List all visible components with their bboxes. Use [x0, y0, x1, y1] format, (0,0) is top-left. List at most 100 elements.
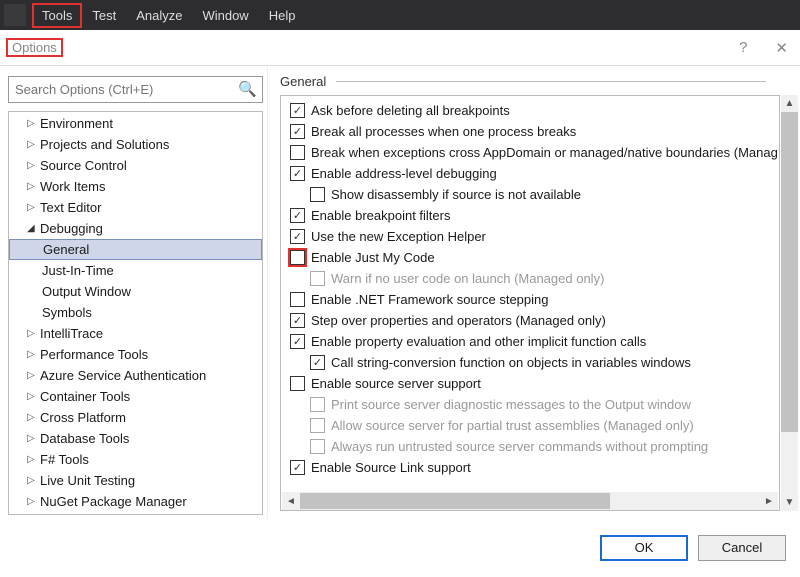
checkbox[interactable]: ✓ — [310, 355, 325, 370]
checkbox[interactable] — [290, 145, 305, 160]
tree-item-label: Database Tools — [39, 431, 129, 446]
options-panel: ✓Ask before deleting all breakpoints✓Bre… — [280, 95, 780, 511]
tree-item-output-window[interactable]: Output Window — [9, 281, 262, 302]
tree-item-work-items[interactable]: ▷Work Items — [9, 176, 262, 197]
chevron-right-icon[interactable]: ▷ — [27, 181, 39, 192]
horizontal-scrollbar[interactable]: ◄ ► — [282, 492, 778, 510]
option-label: Step over properties and operators (Mana… — [311, 313, 606, 328]
chevron-right-icon[interactable]: ▷ — [27, 139, 39, 150]
section-rule — [336, 81, 766, 82]
chevron-right-icon[interactable]: ▷ — [27, 496, 39, 507]
checkbox[interactable]: ✓ — [290, 460, 305, 475]
option-label: Break all processes when one process bre… — [311, 124, 576, 139]
tree-item-label: Just-In-Time — [41, 263, 114, 278]
option-label: Enable .NET Framework source stepping — [311, 292, 548, 307]
chevron-right-icon[interactable]: ▷ — [27, 118, 39, 129]
tree-item-text-editor[interactable]: ▷Text Editor — [9, 197, 262, 218]
scroll-right-icon[interactable]: ► — [760, 496, 778, 507]
checkbox[interactable] — [290, 376, 305, 391]
option-label: Break when exceptions cross AppDomain or… — [311, 145, 778, 160]
checkbox[interactable]: ✓ — [290, 208, 305, 223]
chevron-right-icon[interactable]: ▷ — [27, 454, 39, 465]
checkbox[interactable]: ✓ — [290, 166, 305, 181]
checkbox[interactable] — [310, 187, 325, 202]
chevron-right-icon[interactable]: ▷ — [27, 349, 39, 360]
scroll-up-icon[interactable]: ▲ — [781, 95, 798, 112]
option-label: Always run untrusted source server comma… — [331, 439, 708, 454]
tree-item-live-unit-testing[interactable]: ▷Live Unit Testing — [9, 470, 262, 491]
option-row: ✓Ask before deleting all breakpoints — [282, 100, 778, 121]
option-row: ✓ Break all processes when one process br… — [282, 121, 778, 142]
checkbox[interactable] — [290, 292, 305, 307]
tree-item-azure-service-authentication[interactable]: ▷Azure Service Authentication — [9, 365, 262, 386]
search-wrap: 🔍 — [8, 76, 263, 103]
option-row: Always run untrusted source server comma… — [282, 436, 778, 457]
chevron-right-icon[interactable]: ▷ — [27, 475, 39, 486]
checkbox[interactable]: ✓ — [290, 103, 305, 118]
vertical-scrollbar[interactable]: ▲ ▼ — [781, 95, 798, 511]
cancel-button[interactable]: Cancel — [698, 535, 786, 561]
checkbox[interactable]: ✓ — [290, 313, 305, 328]
chevron-right-icon[interactable]: ▷ — [27, 391, 39, 402]
tree-item-label: IntelliTrace — [39, 326, 103, 341]
ok-button[interactable]: OK — [600, 535, 688, 561]
tree-item-performance-tools[interactable]: ▷Performance Tools — [9, 344, 262, 365]
help-icon[interactable]: ? — [739, 39, 747, 56]
chevron-right-icon[interactable]: ▷ — [27, 412, 39, 423]
option-row: Show disassembly if source is not availa… — [282, 184, 778, 205]
tree-item-just-in-time[interactable]: Just-In-Time — [9, 260, 262, 281]
checkbox — [310, 439, 325, 454]
option-row: Enable Just My Code — [282, 247, 778, 268]
menu-item-window[interactable]: Window — [192, 3, 258, 28]
menu-item-test[interactable]: Test — [82, 3, 126, 28]
scrollbar-thumb[interactable] — [300, 493, 610, 509]
chevron-right-icon[interactable]: ▷ — [27, 160, 39, 171]
tree-item-source-control[interactable]: ▷Source Control — [9, 155, 262, 176]
search-input[interactable] — [8, 76, 263, 103]
checkbox[interactable]: ✓ — [290, 124, 305, 139]
tree-item-label: Output Window — [41, 284, 131, 299]
chevron-right-icon[interactable]: ▷ — [27, 328, 39, 339]
chevron-right-icon[interactable]: ▷ — [27, 370, 39, 381]
scroll-left-icon[interactable]: ◄ — [282, 496, 300, 507]
checkbox — [310, 418, 325, 433]
category-tree[interactable]: ▷Environment▷Projects and Solutions▷Sour… — [8, 111, 263, 515]
tree-item-projects-and-solutions[interactable]: ▷Projects and Solutions — [9, 134, 262, 155]
checkbox[interactable]: ✓ — [290, 334, 305, 349]
menu-item-help[interactable]: Help — [259, 3, 306, 28]
chevron-right-icon[interactable]: ▷ — [27, 202, 39, 213]
chevron-right-icon[interactable]: ▷ — [27, 433, 39, 444]
tree-item-label: Text Editor — [39, 200, 101, 215]
option-row: Warn if no user code on launch (Managed … — [282, 268, 778, 289]
checkbox[interactable] — [290, 250, 305, 265]
tree-item-nuget-package-manager[interactable]: ▷NuGet Package Manager — [9, 491, 262, 512]
tree-item-f-tools[interactable]: ▷F# Tools — [9, 449, 262, 470]
tree-item-environment[interactable]: ▷Environment — [9, 113, 262, 134]
chevron-down-icon[interactable]: ◢ — [27, 223, 39, 234]
tree-item-container-tools[interactable]: ▷Container Tools — [9, 386, 262, 407]
tree-item-label: F# Tools — [39, 452, 89, 467]
option-row: ✓Use the new Exception Helper — [282, 226, 778, 247]
tree-item-label: Performance Tools — [39, 347, 148, 362]
menu-item-analyze[interactable]: Analyze — [126, 3, 192, 28]
tree-item-symbols[interactable]: Symbols — [9, 302, 262, 323]
option-row: Enable .NET Framework source stepping — [282, 289, 778, 310]
option-row: ✓Enable property evaluation and other im… — [282, 331, 778, 352]
menu-item-tools[interactable]: Tools — [32, 3, 82, 28]
tree-item-database-tools[interactable]: ▷Database Tools — [9, 428, 262, 449]
tree-item-intellitrace[interactable]: ▷IntelliTrace — [9, 323, 262, 344]
close-icon[interactable]: ✕ — [775, 39, 788, 57]
option-label: Enable Just My Code — [311, 250, 435, 265]
checkbox[interactable]: ✓ — [290, 229, 305, 244]
option-label: Enable address-level debugging — [311, 166, 497, 181]
tree-item-cross-platform[interactable]: ▷Cross Platform — [9, 407, 262, 428]
checkbox — [310, 271, 325, 286]
tree-item-general[interactable]: General — [9, 239, 262, 260]
tree-item-debugging[interactable]: ◢Debugging — [9, 218, 262, 239]
tree-item-label: Work Items — [39, 179, 106, 194]
option-row: Enable source server support — [282, 373, 778, 394]
scroll-down-icon[interactable]: ▼ — [781, 494, 798, 511]
app-icon — [4, 4, 26, 26]
section-title: General — [280, 74, 326, 89]
scrollbar-thumb[interactable] — [781, 112, 798, 432]
